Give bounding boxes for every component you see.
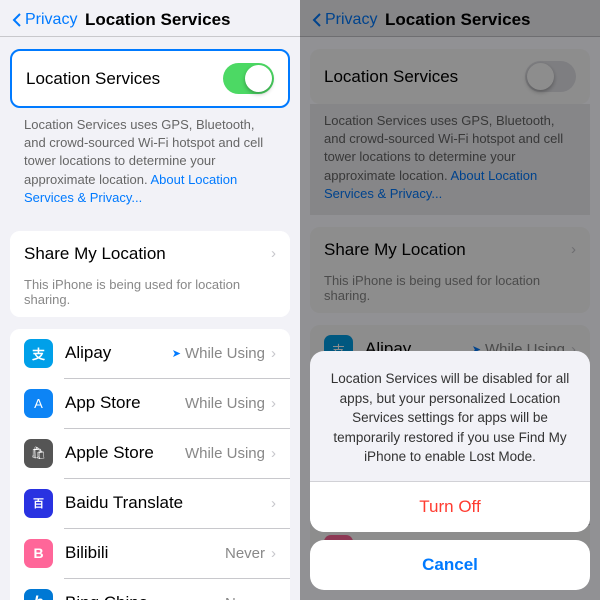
left-nav-bar: Privacy Location Services bbox=[0, 0, 300, 37]
table-row[interactable]: A App Store While Using › bbox=[10, 379, 290, 428]
baidu-label: Baidu Translate bbox=[65, 493, 265, 513]
left-share-section: Share My Location › This iPhone is being… bbox=[10, 231, 290, 317]
bing-status: Never bbox=[225, 595, 265, 600]
left-back-label: Privacy bbox=[25, 11, 77, 29]
alipay-status: ➤ While Using bbox=[172, 345, 265, 362]
turn-off-button[interactable]: Turn Off bbox=[310, 482, 590, 532]
alipay-icon: 支 bbox=[24, 339, 53, 368]
table-row[interactable]: B Bilibili Never › bbox=[10, 529, 290, 578]
dialog-message: Location Services will be disabled for a… bbox=[310, 351, 590, 482]
applestore-status: While Using bbox=[185, 445, 265, 462]
left-share-label: Share My Location bbox=[24, 244, 271, 264]
left-share-chevron: › bbox=[271, 245, 276, 262]
left-panel: Privacy Location Services Location Servi… bbox=[0, 0, 300, 600]
appstore-label: App Store bbox=[65, 393, 185, 413]
cancel-button[interactable]: Cancel bbox=[310, 540, 590, 590]
left-apps-list: 支 Alipay ➤ While Using › A App Store Whi… bbox=[10, 329, 290, 600]
baidu-icon: 百 bbox=[24, 489, 53, 518]
dialog-box: Location Services will be disabled for a… bbox=[310, 351, 590, 532]
left-ls-toggle[interactable] bbox=[223, 63, 274, 94]
appstore-status: While Using bbox=[185, 395, 265, 412]
applestore-label: Apple Store bbox=[65, 443, 185, 463]
left-ls-label: Location Services bbox=[26, 69, 223, 89]
left-ls-row[interactable]: Location Services bbox=[10, 49, 290, 108]
left-description: Location Services uses GPS, Bluetooth, a… bbox=[10, 108, 290, 219]
left-scroll: Location Services Location Services uses… bbox=[0, 37, 300, 600]
table-row[interactable]: 百 Baidu Translate › bbox=[10, 479, 290, 528]
bilibili-label: Bilibili bbox=[65, 543, 225, 563]
bilibili-status: Never bbox=[225, 545, 265, 562]
right-panel: Privacy Location Services Location Servi… bbox=[300, 0, 600, 600]
appstore-icon: A bbox=[24, 389, 53, 418]
bilibili-icon: B bbox=[24, 539, 53, 568]
left-share-desc: This iPhone is being used for location s… bbox=[10, 277, 290, 317]
table-row[interactable]: b Bing China Never › bbox=[10, 579, 290, 600]
applestore-icon: 🛍 bbox=[24, 439, 53, 468]
left-back-button[interactable]: Privacy bbox=[12, 11, 77, 29]
left-ls-section: Location Services bbox=[10, 49, 290, 108]
left-nav-title: Location Services bbox=[77, 10, 238, 30]
bing-icon: b bbox=[24, 589, 53, 600]
dialog-overlay: Location Services will be disabled for a… bbox=[300, 0, 600, 600]
bing-label: Bing China bbox=[65, 593, 225, 600]
alipay-label: Alipay bbox=[65, 343, 172, 363]
table-row[interactable]: 支 Alipay ➤ While Using › bbox=[10, 329, 290, 378]
table-row[interactable]: 🛍 Apple Store While Using › bbox=[10, 429, 290, 478]
left-share-row[interactable]: Share My Location › bbox=[10, 231, 290, 277]
